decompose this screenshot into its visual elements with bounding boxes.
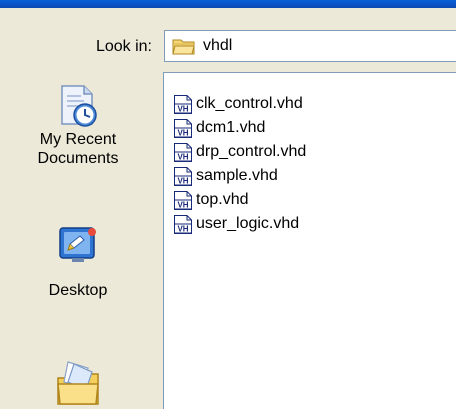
title-bar (0, 0, 456, 8)
file-item[interactable]: VH clk_control.vhd (173, 92, 303, 116)
desktop-icon (59, 227, 96, 262)
vhd-file-icon: VH (174, 214, 192, 234)
vhd-file-icon: VH (174, 142, 192, 162)
folder-icon (172, 39, 195, 55)
place-label-desktop: Desktop (48, 282, 108, 299)
look-in-dropdown[interactable]: vhdl (164, 30, 456, 62)
file-item[interactable]: VH drp_control.vhd (173, 140, 306, 164)
file-name: drp_control.vhd (196, 143, 307, 160)
places-bar: My Recent Documents Desktop (0, 72, 156, 409)
my-documents-icon (57, 361, 99, 405)
file-icon-text: VH (177, 224, 188, 233)
place-desktop[interactable]: Desktop (0, 222, 156, 300)
file-icon-text: VH (177, 104, 188, 113)
file-icon-text: VH (177, 200, 188, 209)
place-label-recent: My Recent Documents (37, 131, 119, 167)
vhd-file-icon: VH (174, 94, 192, 114)
file-list[interactable]: VH clk_control.vhd VH dcm1.vhd VH drp_control… (163, 72, 456, 409)
look-in-label: Look in: (95, 38, 152, 55)
vhd-file-icon: VH (174, 190, 192, 210)
place-my-recent-documents[interactable]: My Recent Documents (0, 82, 156, 168)
file-name: dcm1.vhd (196, 119, 266, 136)
look-in-value: vhdl (203, 37, 233, 54)
vhd-file-icon: VH (174, 118, 192, 138)
file-icon-text: VH (177, 128, 188, 137)
file-item[interactable]: VH user_logic.vhd (173, 212, 299, 236)
file-item[interactable]: VH dcm1.vhd (173, 116, 265, 140)
vhd-file-icon: VH (174, 166, 192, 186)
place-my-documents[interactable] (0, 358, 156, 406)
file-item[interactable]: VH top.vhd (173, 188, 248, 212)
file-name: clk_control.vhd (196, 95, 303, 112)
file-icon-text: VH (177, 176, 188, 185)
recent-documents-icon (61, 85, 97, 127)
file-name: top.vhd (196, 191, 249, 208)
file-item[interactable]: VH sample.vhd (173, 164, 278, 188)
file-name: user_logic.vhd (196, 215, 300, 232)
file-icon-text: VH (177, 152, 188, 161)
file-name: sample.vhd (196, 167, 278, 184)
